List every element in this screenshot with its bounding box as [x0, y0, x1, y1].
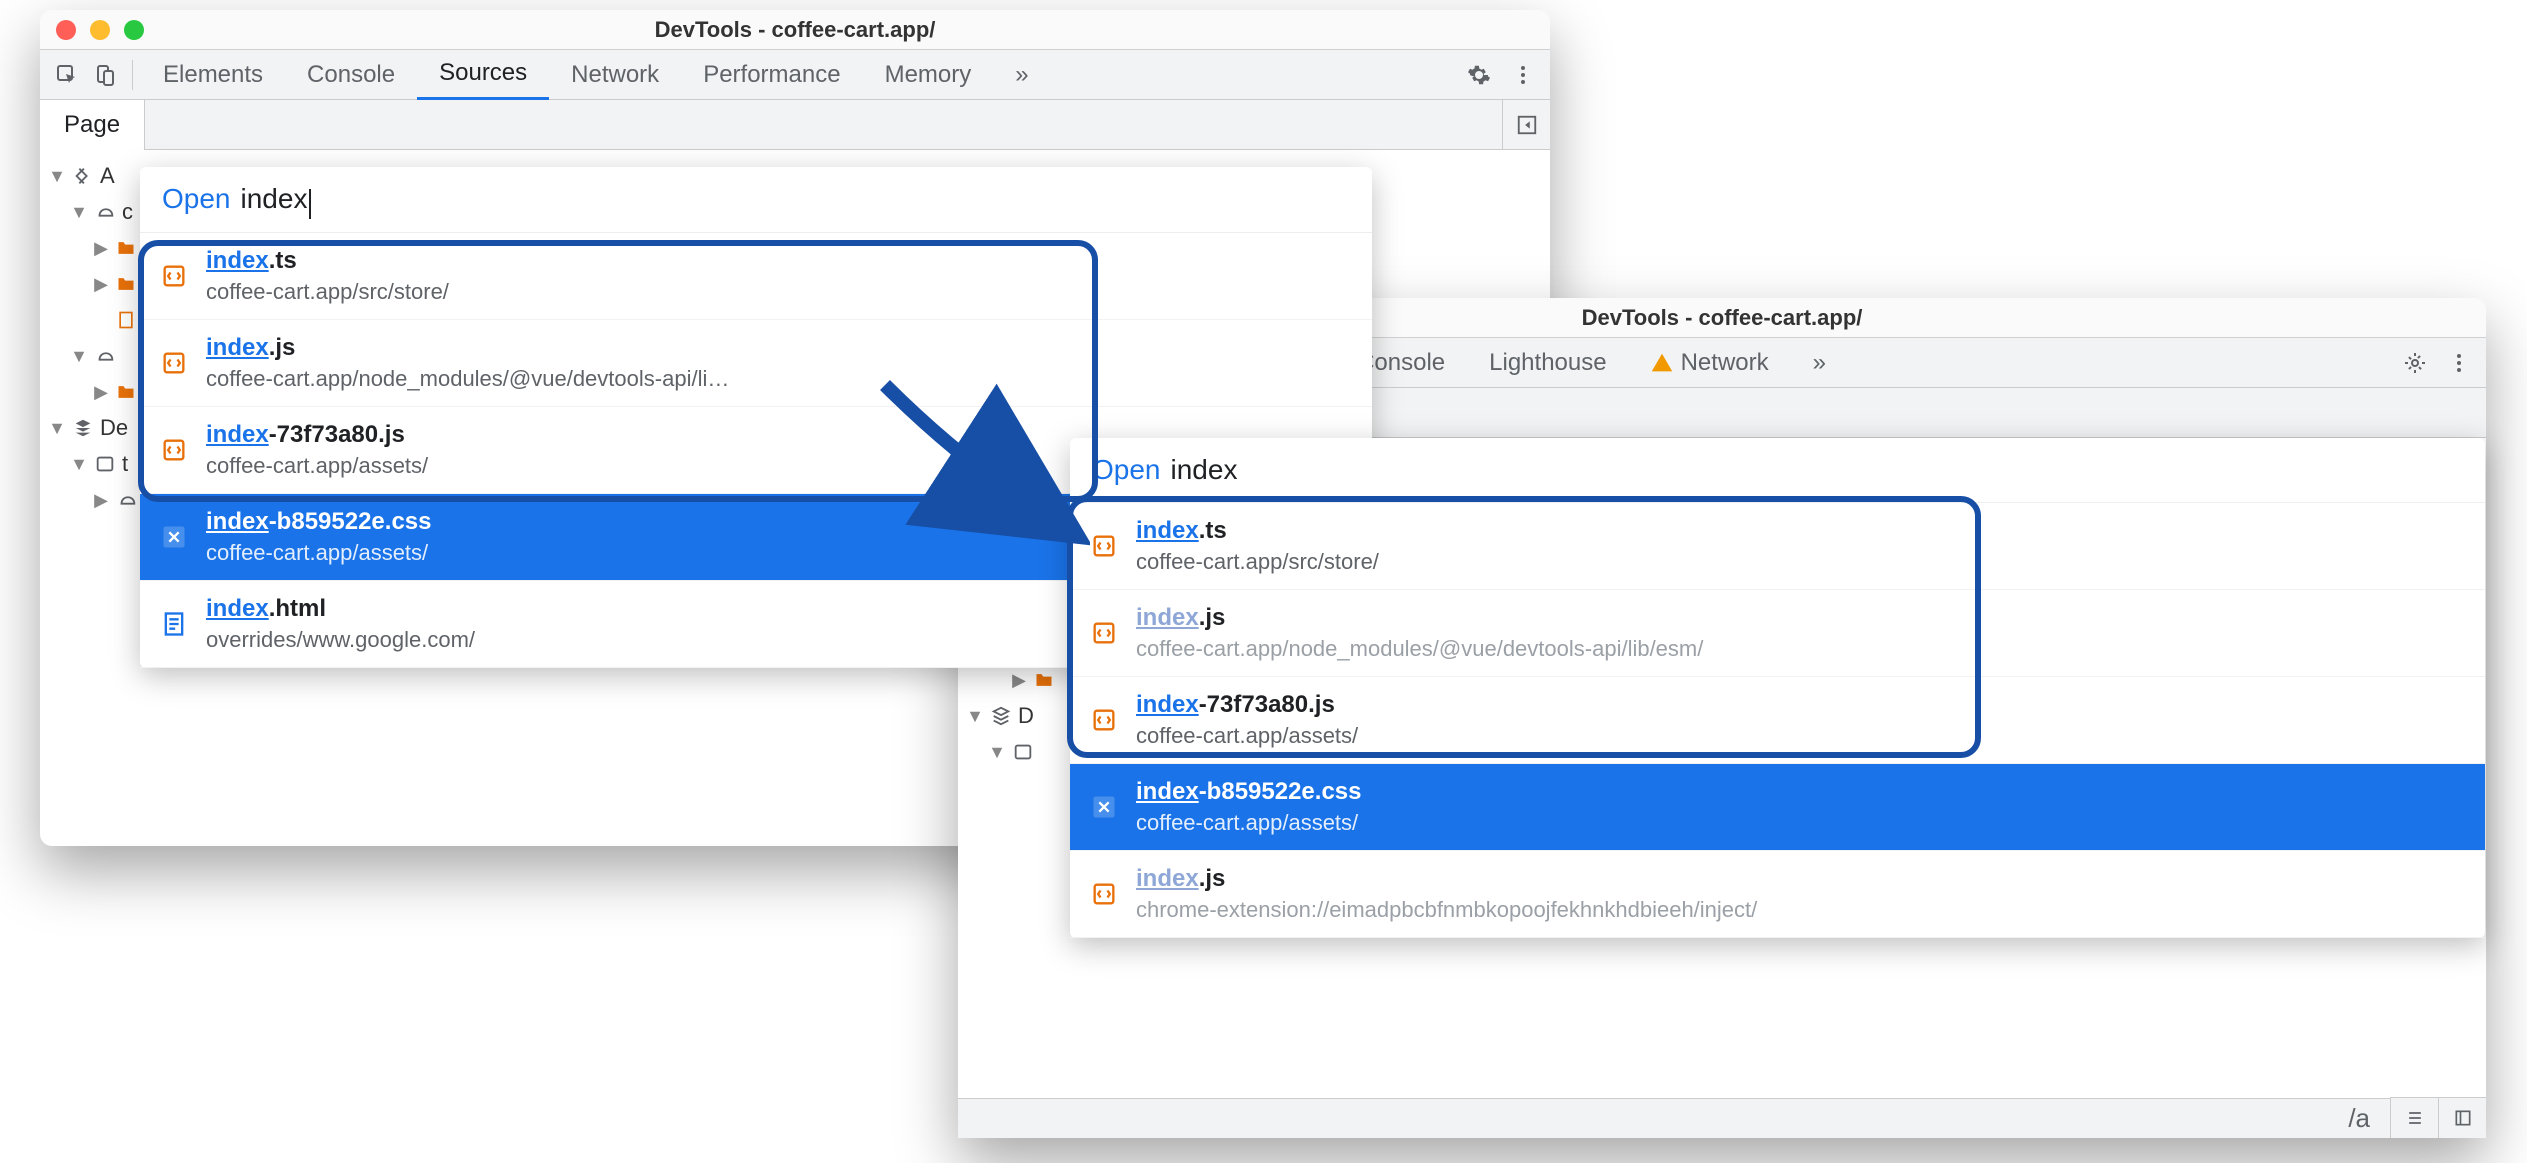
page-tab[interactable]: Page [40, 100, 145, 150]
tab-performance[interactable]: Performance [681, 50, 862, 100]
footer-status: /a [958, 1098, 2390, 1138]
tree-label: c [122, 199, 133, 225]
cmd-prefix: Open [1092, 454, 1161, 486]
cmd-prefix: Open [162, 183, 231, 215]
footer-buttons [2390, 1097, 2486, 1138]
cmd-query: index [1171, 454, 1238, 486]
tab-sources[interactable]: Sources [417, 50, 549, 100]
tab-memory[interactable]: Memory [863, 50, 994, 100]
more-icon[interactable] [2440, 344, 2478, 382]
command-input[interactable]: Open index [1070, 438, 2485, 503]
settings-icon[interactable] [2396, 344, 2434, 382]
tree-label: A [100, 163, 115, 189]
tab-network[interactable]: Network [549, 50, 681, 100]
file-tree[interactable]: ▼A ▼c ▶ ▶ ▼ ▶ ▼De ▼t ▶ [48, 158, 138, 518]
command-result[interactable]: index.tscoffee-cart.app/src/store/ [140, 233, 1372, 320]
panel-collapse-icon[interactable] [1502, 100, 1550, 150]
panel-tabs: Elements Console Sources Network Perform… [141, 50, 1460, 100]
command-menu: Open index index.tscoffee-cart.app/src/s… [1070, 438, 2485, 938]
inspect-icon[interactable] [48, 56, 86, 94]
tabbar: Elements Console Sources Network Perform… [40, 50, 1550, 100]
tree-label: De [100, 415, 128, 441]
warning-icon [1651, 352, 1673, 374]
more-tabs[interactable]: » [993, 50, 1050, 100]
tree-label: t [122, 451, 128, 477]
more-icon[interactable] [1504, 56, 1542, 94]
sources-panel-bar: Page [40, 100, 1550, 150]
command-result[interactable]: index-b859522e.csscoffee-cart.app/assets… [1070, 764, 2485, 851]
content-area: ▼A ▼ ▶ ▶ ▼ ▶ ▼D ▼ Open index index.tscof… [958, 438, 2486, 1138]
settings-icon[interactable] [1460, 56, 1498, 94]
titlebar: DevTools - coffee-cart.app/ [40, 10, 1550, 50]
command-result[interactable]: index-73f73a80.jscoffee-cart.app/assets/ [1070, 677, 2485, 764]
tab-network[interactable]: Network [1629, 338, 1791, 388]
footer-btn-1[interactable] [2390, 1098, 2438, 1138]
device-toggle-icon[interactable] [86, 56, 124, 94]
tree-label: D [1018, 703, 1034, 729]
tab-elements[interactable]: Elements [141, 50, 285, 100]
command-result[interactable]: index.jscoffee-cart.app/node_modules/@vu… [1070, 590, 2485, 677]
command-result[interactable]: index.jscoffee-cart.app/node_modules/@vu… [140, 320, 1372, 407]
tab-lighthouse[interactable]: Lighthouse [1467, 338, 1628, 388]
command-result[interactable]: index.tscoffee-cart.app/src/store/ [1070, 503, 2485, 590]
more-tabs[interactable]: » [1791, 338, 1848, 388]
cmd-query: index [241, 183, 312, 216]
command-result[interactable]: index.jschrome-extension://eimadpbcbfnmb… [1070, 851, 2485, 938]
tab-console[interactable]: Console [285, 50, 417, 100]
command-input[interactable]: Open index [140, 167, 1372, 233]
window-title: DevTools - coffee-cart.app/ [40, 17, 1550, 43]
footer-btn-2[interactable] [2438, 1098, 2486, 1138]
